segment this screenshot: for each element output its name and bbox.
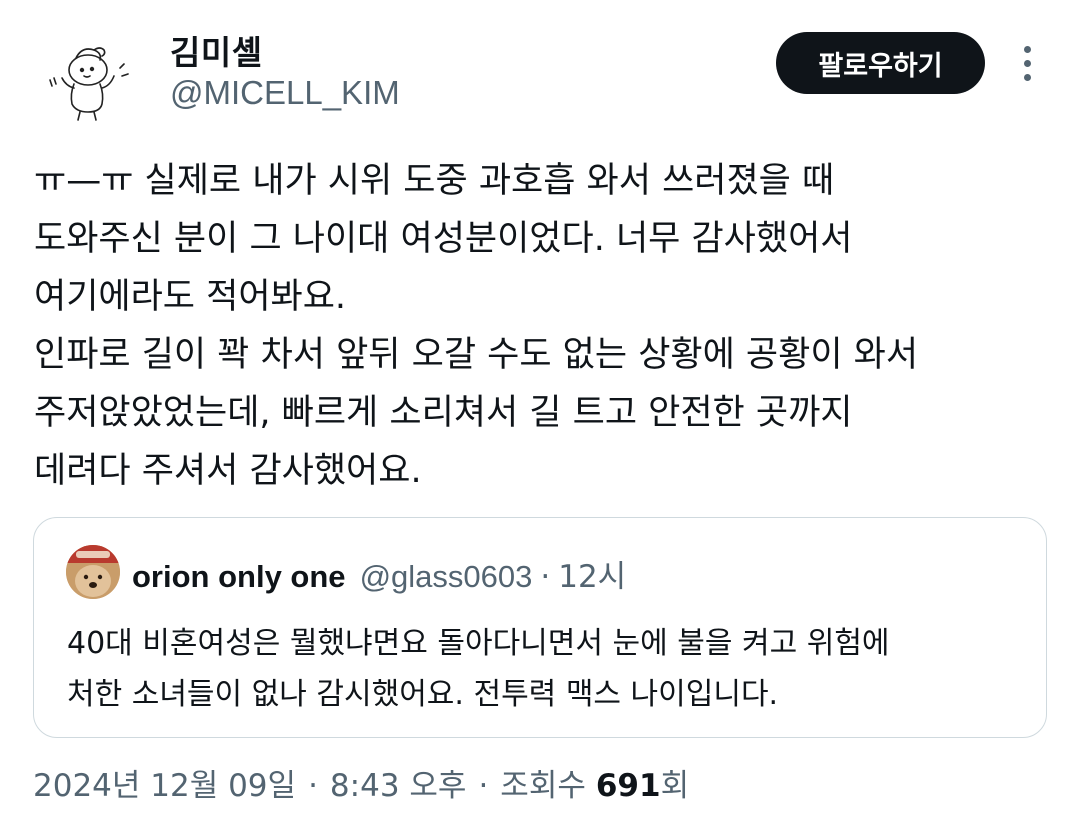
quote-author-handle[interactable]: @glass0603 (360, 559, 533, 595)
meta-separator: · (308, 768, 318, 804)
meta-separator: · (478, 768, 489, 804)
quote-author-name[interactable]: orion only one (132, 559, 346, 595)
author-avatar[interactable] (36, 28, 136, 128)
more-options-button[interactable] (1010, 40, 1044, 86)
quote-author-row: orion only one @glass0603 · 12시 (132, 551, 626, 596)
quote-text: 40대 비혼여성은 뭘했냐면요 돌아다니면서 눈에 불을 켜고 위험에 처한 소… (67, 626, 890, 712)
quote-timestamp[interactable]: 12시 (558, 551, 626, 596)
quoted-tweet-card[interactable]: orion only one @glass0603 · 12시 40대 비혼여성… (33, 517, 1047, 738)
author-display-name[interactable]: 김미셸 (170, 26, 263, 74)
views-count[interactable]: 691 (596, 768, 661, 804)
follow-button[interactable]: 팔로우하기 (776, 32, 985, 94)
author-handle[interactable]: @MICELL_KIM (170, 74, 400, 112)
more-vertical-icon-dot (1023, 59, 1031, 67)
tweet-date[interactable]: 2024년 12월 09일 (33, 760, 296, 805)
tweet-time[interactable]: 8:43 오후 (330, 760, 467, 805)
tweet-header: 김미셸 @MICELL_KIM 팔로우하기 (0, 0, 1080, 128)
quote-author-avatar[interactable] (66, 545, 120, 599)
tweet-text: ㅠ—ㅠ 실제로 내가 시위 도중 과호흡 와서 쓰러졌을 때 도와주신 분이 그… (34, 161, 919, 491)
quote-separator: · (540, 559, 551, 595)
tweet-meta: 2024년 12월 09일 · 8:43 오후 · 조회수 691 회 (33, 760, 689, 805)
more-vertical-icon-dot (1023, 73, 1031, 81)
more-vertical-icon-dot (1023, 45, 1031, 53)
dog-photo-avatar-icon (66, 545, 120, 599)
doodle-character-avatar-icon (49, 47, 129, 121)
views-suffix: 회 (660, 768, 690, 804)
views-label: 조회수 (500, 768, 586, 804)
